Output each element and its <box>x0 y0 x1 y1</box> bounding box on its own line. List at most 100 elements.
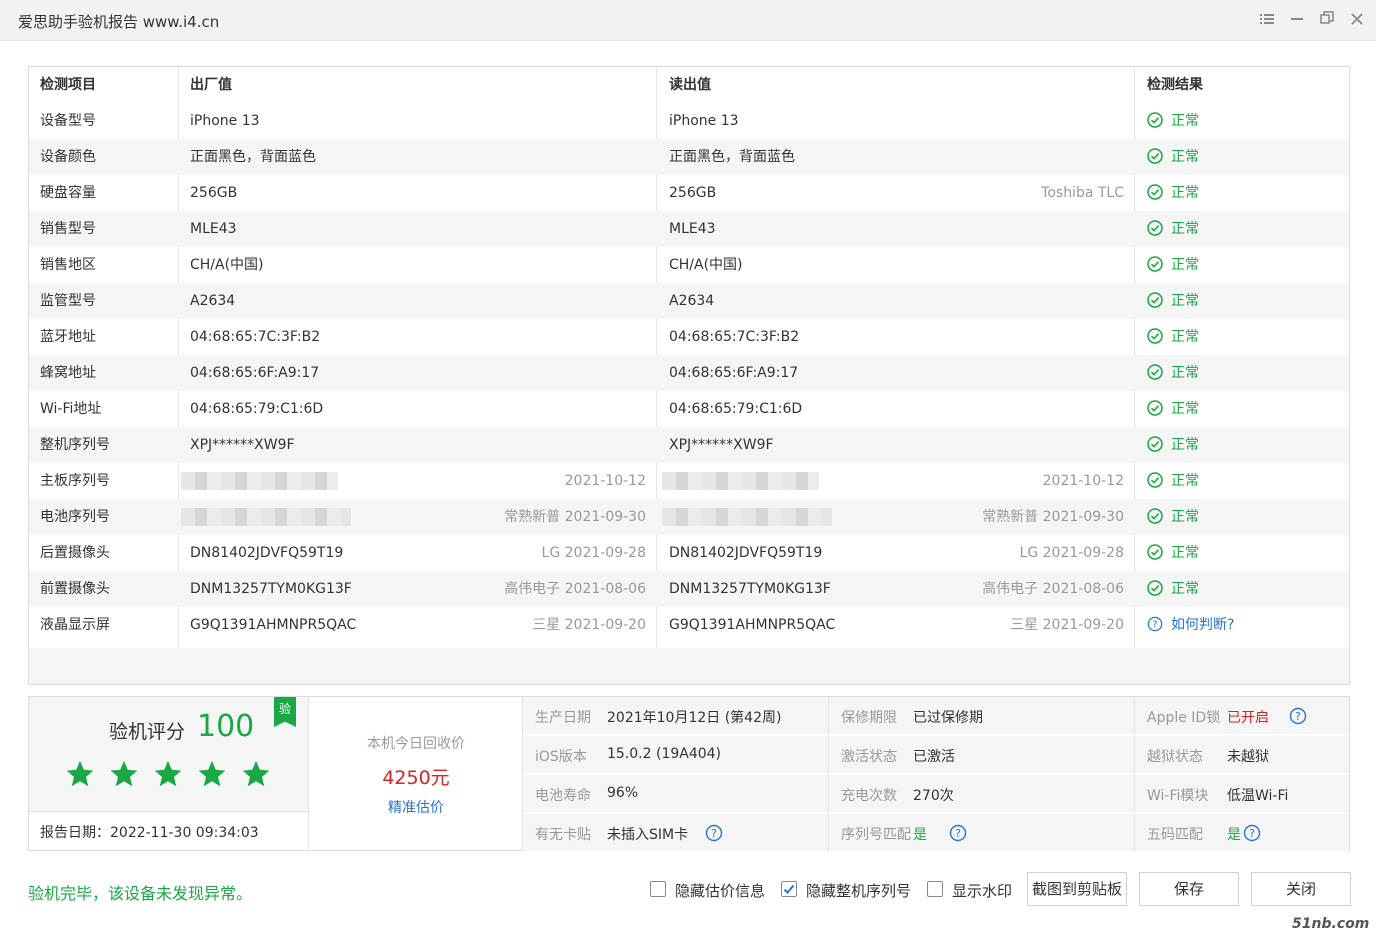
factory-note <box>429 283 646 319</box>
table-row: 设备颜色 正面黑色，背面蓝色 正面黑色，背面蓝色 正常 <box>29 139 1349 175</box>
info-value: 15.0.2 (19A404) <box>607 746 722 762</box>
help-icon[interactable]: ? <box>949 824 967 842</box>
screenshot-button[interactable]: 截图到剪贴板 <box>1027 872 1127 906</box>
close-button[interactable]: 关闭 <box>1251 872 1351 906</box>
show-watermark-label[interactable]: 显示水印 <box>952 880 1012 901</box>
check-circle-icon <box>1147 364 1163 380</box>
item-name: 硬盘容量 <box>40 185 96 201</box>
read-value: XPJ******XW9F <box>669 437 774 453</box>
info-cell: 序列号匹配是? <box>829 814 1135 852</box>
check-circle-icon <box>1147 256 1163 272</box>
info-value: 未插入SIM卡 <box>607 827 689 843</box>
read-note <box>907 247 1124 283</box>
read-value: DNM13257TYM0KG13F <box>669 581 831 597</box>
read-note: 常熟新普 2021-09-30 <box>982 509 1124 525</box>
check-circle-icon <box>1147 328 1163 344</box>
info-value: 已过保修期 <box>913 710 983 726</box>
info-key: iOS版本 <box>535 749 587 765</box>
close-icon[interactable] <box>1346 9 1368 31</box>
info-value: 已开启 <box>1227 710 1269 726</box>
factory-note <box>429 355 646 391</box>
star-icon <box>110 760 138 787</box>
factory-note <box>429 427 646 463</box>
check-icon <box>783 884 795 894</box>
factory-value: 256GB <box>190 185 238 201</box>
show-watermark-checkbox[interactable] <box>927 881 943 897</box>
summary-panel: 验机评分 100 验 报告日期：2022-11-30 09:34:03 本机今日… <box>28 696 1350 852</box>
minimize-icon[interactable] <box>1286 9 1308 31</box>
info-cell: 五码匹配 是? <box>1135 814 1349 852</box>
inspection-table: 检测项目 出厂值 读出值 检测结果 设备型号 iPhone 13 iPhone 13 正常 设备… <box>28 66 1350 685</box>
read-note <box>907 283 1124 319</box>
header-read: 读出值 <box>669 77 711 93</box>
price-label: 本机今日回收价 <box>367 736 465 752</box>
save-button[interactable]: 保存 <box>1139 872 1239 906</box>
table-row: 监管型号 A2634 A2634 正常 <box>29 283 1349 319</box>
factory-value: MLE43 <box>190 221 237 237</box>
read-value: MLE43 <box>669 221 716 237</box>
question-circle-icon[interactable]: ? <box>1147 616 1163 632</box>
info-cell: 激活状态 已激活 <box>829 736 1135 774</box>
help-icon[interactable]: ? <box>1243 824 1261 842</box>
read-note <box>907 139 1124 175</box>
table-row: 设备型号 iPhone 13 iPhone 13 正常 <box>29 103 1349 139</box>
info-value: 未越狱 <box>1227 749 1269 765</box>
item-name: 后置摄像头 <box>40 545 110 561</box>
check-circle-icon <box>1147 184 1163 200</box>
result-label[interactable]: 如何判断? <box>1171 617 1234 633</box>
info-key: 有无卡贴 <box>535 827 591 843</box>
table-row: 销售型号 MLE43 MLE43 正常 <box>29 211 1349 247</box>
read-value: A2634 <box>669 293 715 309</box>
item-name: Wi-Fi地址 <box>40 401 102 417</box>
menu-icon[interactable] <box>1256 9 1278 31</box>
item-name: 蜂窝地址 <box>40 365 96 381</box>
star-icon <box>66 760 94 787</box>
result-status: 正常 <box>1147 391 1199 427</box>
help-icon[interactable]: ? <box>705 824 723 842</box>
factory-note <box>429 175 646 211</box>
item-name: 销售地区 <box>40 257 96 273</box>
hide-price-label[interactable]: 隐藏估价信息 <box>675 880 765 901</box>
info-value: 是 <box>913 827 927 843</box>
precise-estimate-link[interactable]: 精准估价 <box>309 797 523 817</box>
info-key: 保修期限 <box>841 710 897 726</box>
result-label: 正常 <box>1171 293 1199 309</box>
score-box: 验机评分 100 验 <box>29 697 309 812</box>
hide-serial-label[interactable]: 隐藏整机序列号 <box>806 880 911 901</box>
info-value: 96% <box>607 785 639 801</box>
read-value: 04:68:65:79:C1:6D <box>669 401 803 417</box>
item-name: 监管型号 <box>40 293 96 309</box>
item-name: 设备颜色 <box>40 149 96 165</box>
restore-icon[interactable] <box>1316 9 1338 31</box>
read-note <box>907 211 1124 247</box>
help-icon[interactable]: ? <box>1289 707 1307 725</box>
hide-price-checkbox[interactable] <box>650 881 666 897</box>
info-key: 五码匹配 <box>1147 827 1203 843</box>
info-value: 2021年10月12日 (第42周) <box>607 710 782 726</box>
watermark: 51nb.com <box>1292 916 1370 932</box>
read-note: Toshiba TLC <box>1041 185 1124 201</box>
read-note: 2021-10-12 <box>1042 473 1124 489</box>
info-key: 生产日期 <box>535 710 591 726</box>
read-value: 04:68:65:6F:A9:17 <box>669 365 799 381</box>
hide-serial-checkbox[interactable] <box>781 881 797 897</box>
info-key: 激活状态 <box>841 749 897 765</box>
result-status: 正常 <box>1147 103 1199 139</box>
info-cell: 有无卡贴 未插入SIM卡? <box>523 814 829 852</box>
factory-value: 正面黑色，背面蓝色 <box>190 149 316 165</box>
read-value: DN81402JDVFQ59T19 <box>669 545 823 561</box>
read-note <box>907 427 1124 463</box>
table-row: 电池序列号 常熟新普 2021-09-30 常熟新普 2021-09-30 正常 <box>29 499 1349 535</box>
info-cell: iOS版本 15.0.2 (19A404) <box>523 736 829 774</box>
result-label: 正常 <box>1171 581 1199 597</box>
factory-note: 常熟新普 2021-09-30 <box>504 509 646 525</box>
result-label: 正常 <box>1171 149 1199 165</box>
item-name: 销售型号 <box>40 221 96 237</box>
result-status: 正常 <box>1147 355 1199 391</box>
result-status: 正常 <box>1147 139 1199 175</box>
how-to-judge-link[interactable]: ? 如何判断? <box>1147 607 1234 643</box>
factory-value: 04:68:65:7C:3F:B2 <box>190 329 321 345</box>
window-title: 爱思助手验机报告 www.i4.cn <box>18 13 220 31</box>
item-name: 整机序列号 <box>40 437 110 453</box>
report-date-box: 报告日期：2022-11-30 09:34:03 <box>29 812 309 850</box>
